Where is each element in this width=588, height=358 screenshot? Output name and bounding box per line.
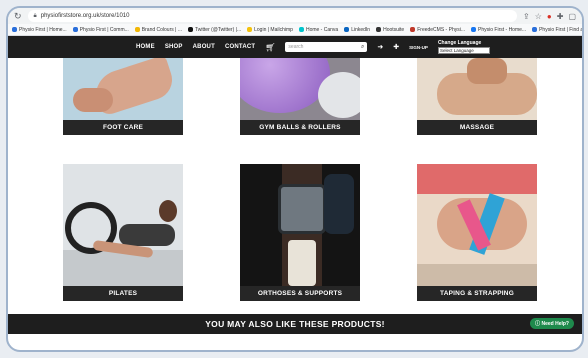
taping-image xyxy=(417,164,537,286)
bookmark-item[interactable]: Hootsuite xyxy=(376,27,404,33)
bookmark-favicon-icon xyxy=(134,27,140,32)
address-bar-row: ↻ 🔒︎ physiofirststore.org.uk/store/1010 … xyxy=(8,8,582,24)
category-card-foot-care[interactable]: FOOT CARE xyxy=(63,58,183,135)
bookmark-favicon-icon xyxy=(12,27,17,32)
category-card-pilates[interactable]: PILATES xyxy=(63,164,183,301)
add-icon[interactable]: ✚ xyxy=(393,43,399,51)
site-navigation: HOME SHOP ABOUT CONTACT 🛒︎ search ⌕ ➜ ✚ … xyxy=(8,36,582,58)
bookmark-favicon-icon xyxy=(188,27,194,32)
need-help-button[interactable]: ⓘ Need Help? xyxy=(530,318,574,329)
bookmark-item[interactable]: Twitter (@Twitter) |... xyxy=(188,27,241,33)
cart-icon[interactable]: 🛒︎ xyxy=(265,43,275,52)
login-icon[interactable]: ➜ xyxy=(377,43,383,51)
puzzle-icon[interactable]: ✚ xyxy=(557,12,564,21)
url-field[interactable]: 🔒︎ physiofirststore.org.uk/store/1010 xyxy=(27,10,518,22)
category-label: PILATES xyxy=(63,286,183,301)
bookmark-item[interactable]: Physio First | Comm... xyxy=(72,26,129,33)
bookmark-label: Physio First | Comm... xyxy=(79,26,129,33)
bookmark-label: Hootsuite xyxy=(383,26,405,33)
bookmark-favicon-icon xyxy=(247,27,253,32)
toolbar-icons: ⇪ ☆ ● ✚ ▢ xyxy=(523,12,576,21)
lock-icon: 🔒︎ xyxy=(33,12,37,19)
category-label: GYM BALLS & ROLLERS xyxy=(240,120,360,135)
need-help-label: Need Help? xyxy=(541,321,569,327)
bookmark-label: Physio First | Find a... xyxy=(539,26,582,33)
category-label: ORTHOSES & SUPPORTS xyxy=(240,286,360,301)
star-icon[interactable]: ☆ xyxy=(535,12,542,21)
bookmark-favicon-icon xyxy=(471,27,477,32)
nav-about[interactable]: ABOUT xyxy=(193,44,215,50)
category-card-orthoses[interactable]: ORTHOSES & SUPPORTS xyxy=(240,164,360,301)
bookmark-favicon-icon xyxy=(344,27,350,32)
language-selector: Change Language Select Language xyxy=(437,40,490,54)
bookmark-item[interactable]: Physio First - Home... xyxy=(471,27,526,33)
category-label: MASSAGE xyxy=(417,120,537,135)
nav-contact[interactable]: CONTACT xyxy=(225,44,255,50)
bookmark-label: LinkedIn xyxy=(351,26,371,33)
bookmark-label: Home - Canva xyxy=(305,26,339,33)
bookmark-label: Twitter (@Twitter) |... xyxy=(195,26,242,33)
bookmark-item[interactable]: LinkedIn xyxy=(344,27,370,33)
bookmark-favicon-icon xyxy=(298,27,304,32)
url-text: physiofirststore.org.uk/store/1010 xyxy=(40,13,130,19)
reload-icon[interactable]: ↻ xyxy=(14,11,22,22)
bookmark-item[interactable]: FreedeCMS - Physi... xyxy=(410,27,465,33)
bookmark-label: Login | Mailchimp xyxy=(254,26,293,33)
search-icon[interactable]: ⌕ xyxy=(361,44,364,51)
orthoses-image xyxy=(240,164,360,286)
bookmark-label: Physio First - Home... xyxy=(478,26,527,33)
nav-shop[interactable]: SHOP xyxy=(165,44,183,50)
gym-balls-image xyxy=(240,58,360,120)
search-placeholder: search xyxy=(288,44,304,50)
bookmark-favicon-icon xyxy=(410,27,416,32)
category-label: FOOT CARE xyxy=(63,120,183,135)
browser-window: ↻ 🔒︎ physiofirststore.org.uk/store/1010 … xyxy=(6,6,584,352)
category-card-taping[interactable]: TAPING & STRAPPING xyxy=(417,164,537,301)
massage-image xyxy=(417,58,537,120)
bookmark-label: Physio First | Home... xyxy=(19,26,67,33)
bookmarks-bar: Physio First | Home... Physio First | Com… xyxy=(8,24,582,36)
signup-link[interactable]: SIGN-UP xyxy=(409,45,428,50)
bookmark-favicon-icon xyxy=(532,27,538,32)
change-language-label: Change Language xyxy=(437,40,482,46)
bookmark-item[interactable]: Physio First | Home... xyxy=(12,27,67,33)
help-icon: ⓘ xyxy=(535,321,541,327)
bookmark-label: Brand Colours | ... xyxy=(141,26,183,33)
language-select[interactable]: Select Language xyxy=(437,47,490,54)
bookmark-favicon-icon xyxy=(376,27,382,32)
related-products-banner: YOU MAY ALSO LIKE THESE PRODUCTS! xyxy=(8,314,582,334)
bookmark-label: FreedeCMS - Physi... xyxy=(417,26,466,33)
bookmark-favicon-icon xyxy=(72,27,78,32)
bookmark-item[interactable]: Brand Colours | ... xyxy=(134,26,183,33)
bookmark-item[interactable]: Physio First | Find a... xyxy=(532,27,582,33)
nav-home[interactable]: HOME xyxy=(136,44,155,50)
bookmark-item[interactable]: Home - Canva xyxy=(298,26,339,33)
foot-care-image xyxy=(63,58,183,120)
share-icon[interactable]: ⇪ xyxy=(523,12,530,21)
bookmark-item[interactable]: Login | Mailchimp xyxy=(247,27,293,33)
category-card-gym-balls[interactable]: GYM BALLS & ROLLERS xyxy=(240,58,360,135)
category-card-massage[interactable]: MASSAGE xyxy=(417,58,537,135)
sidebar-icon[interactable]: ▢ xyxy=(568,12,576,21)
pilates-image xyxy=(63,164,183,286)
extension-icon[interactable]: ● xyxy=(547,12,552,21)
search-input[interactable]: search ⌕ xyxy=(285,42,368,52)
category-label: TAPING & STRAPPING xyxy=(417,286,537,301)
category-grid: FOOT CARE GYM BALLS & ROLLERS MASSAGE PI… xyxy=(8,58,582,334)
